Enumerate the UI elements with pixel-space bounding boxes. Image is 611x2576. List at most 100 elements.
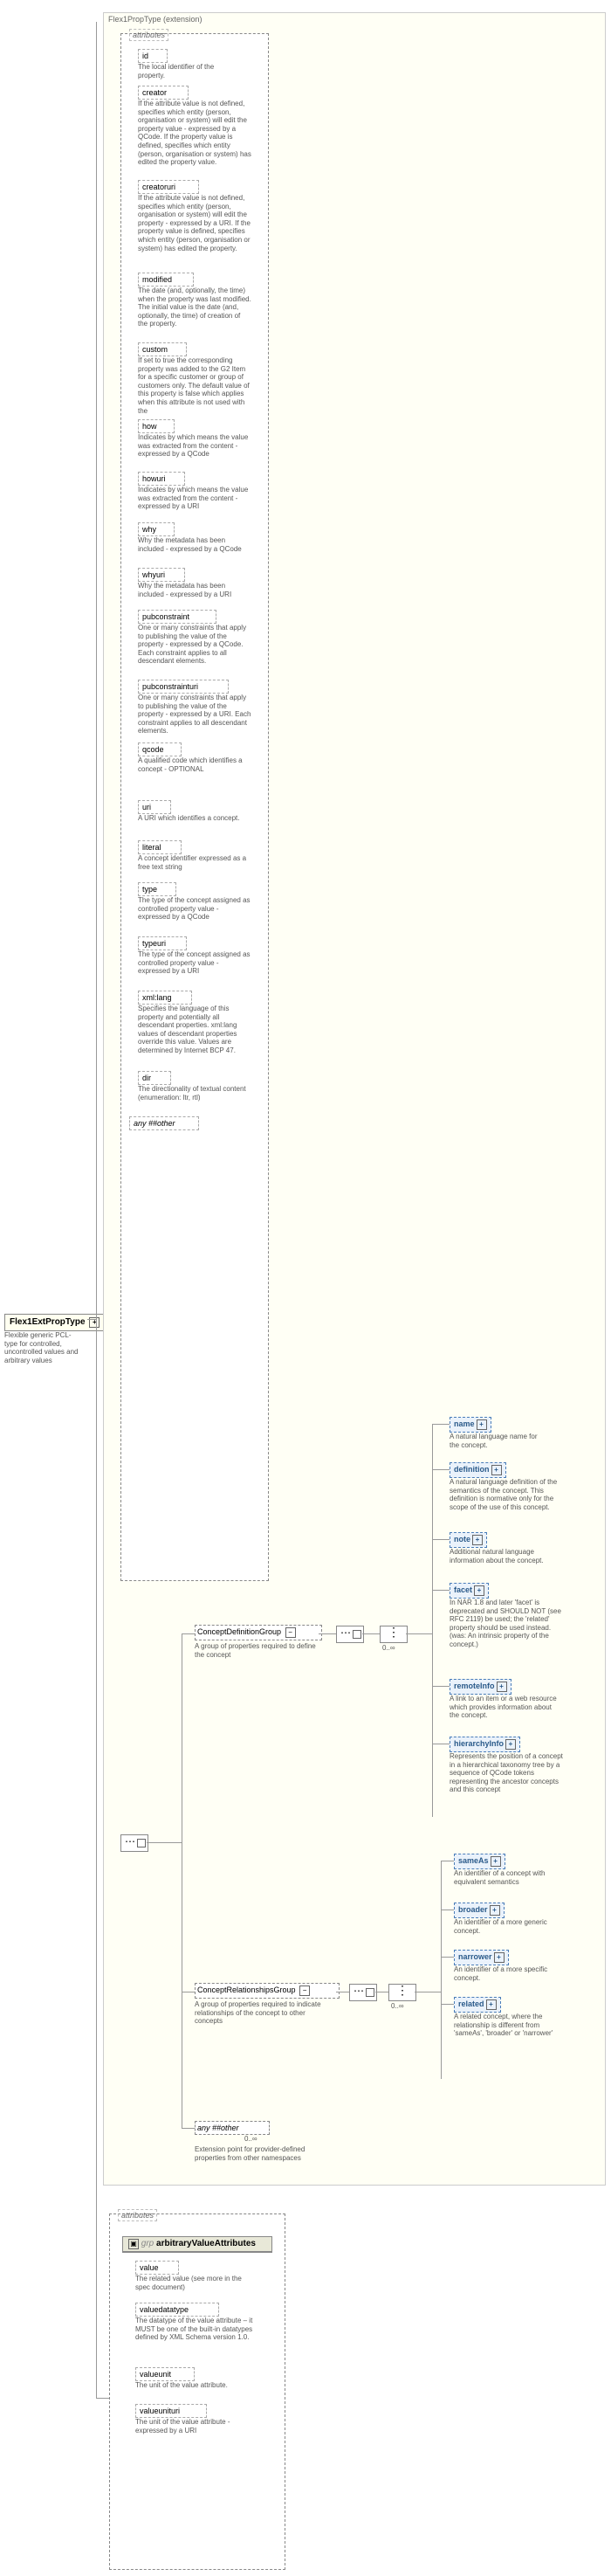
choice	[380, 1626, 408, 1643]
el-desc: An identifier of a concept with equivale…	[454, 1869, 550, 1886]
connector	[375, 1992, 388, 1993]
grp-label: grp	[141, 2239, 154, 2248]
sequence	[349, 1984, 377, 2001]
attr-desc: Why the metadata has been included - exp…	[138, 582, 251, 598]
attr-why[interactable]: why	[138, 522, 175, 536]
connector	[415, 1992, 441, 1993]
element-name[interactable]: name+	[450, 1417, 491, 1433]
attr-desc: If the attribute value is not defined, s…	[138, 100, 251, 167]
element-facet[interactable]: facet+	[450, 1583, 489, 1599]
element-hierarchyinfo[interactable]: hierarchyInfo+	[450, 1737, 520, 1752]
attr-desc: The local identifier of the property.	[138, 63, 234, 79]
any-other-attrs[interactable]: any ##other	[129, 1116, 199, 1130]
element-note[interactable]: note+	[450, 1532, 487, 1548]
attr-modified[interactable]: modified	[138, 273, 194, 287]
attr-type[interactable]: type	[138, 882, 176, 896]
attr-uri[interactable]: uri	[138, 800, 171, 814]
expand-icon[interactable]: +	[491, 1856, 501, 1867]
ava-valueunit[interactable]: valueunit	[135, 2367, 195, 2381]
attr-desc: A concept identifier expressed as a free…	[138, 854, 251, 871]
root-type[interactable]: Flex1ExtPropType +	[4, 1314, 105, 1331]
el-desc: Additional natural language information …	[450, 1548, 546, 1564]
ava-group[interactable]: ▣ grp arbitraryValueAttributes	[122, 2236, 272, 2253]
connector	[432, 1424, 450, 1426]
attr-desc: Indicates by which means the value was e…	[138, 433, 251, 459]
expand-icon[interactable]: +	[486, 1999, 497, 2010]
concept-relationships-group[interactable]: ConceptRelationshipsGroup −	[195, 1983, 340, 1999]
extension-header: Flex1PropType (extension)	[108, 15, 203, 24]
expand-icon[interactable]: +	[490, 1905, 500, 1916]
ava-desc: The datatype of the value attribute – it…	[135, 2317, 257, 2342]
connector	[432, 1590, 450, 1592]
attr-howuri[interactable]: howuri	[138, 472, 185, 486]
connector	[96, 2398, 109, 2400]
connector	[432, 1424, 434, 1817]
attr-xmllang[interactable]: xml:lang	[138, 991, 192, 1005]
connector	[441, 1910, 454, 1911]
attr-creator[interactable]: creator	[138, 86, 189, 100]
group-desc: A group of properties required to define…	[195, 1642, 317, 1659]
choice	[388, 1984, 416, 2001]
expand-icon[interactable]: +	[474, 1585, 484, 1596]
expand-icon[interactable]: +	[494, 1952, 505, 1963]
attr-desc: One or many constraints that apply to pu…	[138, 624, 251, 666]
element-sameas[interactable]: sameAs+	[454, 1854, 505, 1869]
connector	[432, 1686, 450, 1688]
expand-icon[interactable]: −	[285, 1627, 296, 1638]
expand-icon[interactable]: +	[497, 1682, 507, 1692]
expand-icon[interactable]: +	[505, 1739, 516, 1750]
root-name: Flex1ExtPropType	[10, 1317, 86, 1327]
attr-whyuri[interactable]: whyuri	[138, 568, 185, 582]
attr-desc: The directionality of textual content (e…	[138, 1085, 251, 1102]
attr-id[interactable]: id	[138, 49, 168, 63]
expand-icon[interactable]: −	[299, 1986, 310, 1996]
concept-definition-group[interactable]: ConceptDefinitionGroup −	[195, 1625, 322, 1640]
connector	[441, 1861, 454, 1862]
ava-valueunituri[interactable]: valueunituri	[135, 2404, 207, 2418]
el-desc: Represents the position of a concept in …	[450, 1752, 563, 1794]
attr-how[interactable]: how	[138, 419, 175, 433]
attr-pubconstraint[interactable]: pubconstraint	[138, 610, 216, 624]
attr-desc: Specifies the language of this property …	[138, 1005, 251, 1055]
connector	[441, 1957, 454, 1958]
attr-pubconstrainturi[interactable]: pubconstrainturi	[138, 680, 229, 694]
attr-desc: Why the metadata has been included - exp…	[138, 536, 251, 553]
attr-qcode[interactable]: qcode	[138, 742, 182, 756]
expand-icon[interactable]: +	[477, 1419, 487, 1430]
connector	[182, 1992, 195, 1993]
root-desc: Flexible generic PCL-type for controlled…	[4, 1331, 83, 1364]
attr-creatoruri[interactable]: creatoruri	[138, 180, 199, 194]
connector	[147, 1842, 182, 1844]
el-desc: A natural language definition of the sem…	[450, 1478, 563, 1511]
connector	[406, 1633, 432, 1635]
connector	[182, 2128, 195, 2130]
sequence	[336, 1626, 364, 1643]
attr-desc: The type of the concept assigned as cont…	[138, 950, 251, 976]
attr-desc: If the attribute value is not defined, s…	[138, 194, 251, 252]
connector	[319, 1633, 336, 1635]
expand-icon[interactable]: +	[491, 1465, 502, 1475]
element-definition[interactable]: definition+	[450, 1462, 506, 1478]
el-desc: A related concept, where the relationshi…	[454, 2013, 567, 2038]
attr-custom[interactable]: custom	[138, 342, 187, 356]
element-related[interactable]: related+	[454, 1997, 501, 2013]
attr-desc: Indicates by which means the value was e…	[138, 486, 251, 511]
group-desc: A group of properties required to indica…	[195, 2000, 326, 2026]
element-narrower[interactable]: narrower+	[454, 1950, 509, 1965]
ava-title: arbitraryValueAttributes	[156, 2239, 256, 2248]
ava-desc: The unit of the value attribute.	[135, 2381, 257, 2390]
expand-icon[interactable]: +	[472, 1535, 483, 1545]
element-remoteinfo[interactable]: remoteInfo+	[450, 1679, 511, 1695]
cardinality: 0..∞	[244, 2135, 257, 2143]
connector	[432, 1744, 450, 1745]
attr-dir[interactable]: dir	[138, 1071, 171, 1085]
attr-literal[interactable]: literal	[138, 840, 182, 854]
ava-value[interactable]: value	[135, 2261, 179, 2275]
connector	[182, 1633, 195, 1635]
ava-valuedatatype[interactable]: valuedatatype	[135, 2303, 219, 2317]
el-desc: In NAR 1.8 and later 'facet' is deprecat…	[450, 1599, 563, 1649]
attr-typeuri[interactable]: typeuri	[138, 936, 187, 950]
any-other-extension[interactable]: any ##other	[195, 2121, 270, 2135]
ava-desc: The related value (see more in the spec …	[135, 2275, 257, 2291]
element-broader[interactable]: broader+	[454, 1903, 505, 1918]
